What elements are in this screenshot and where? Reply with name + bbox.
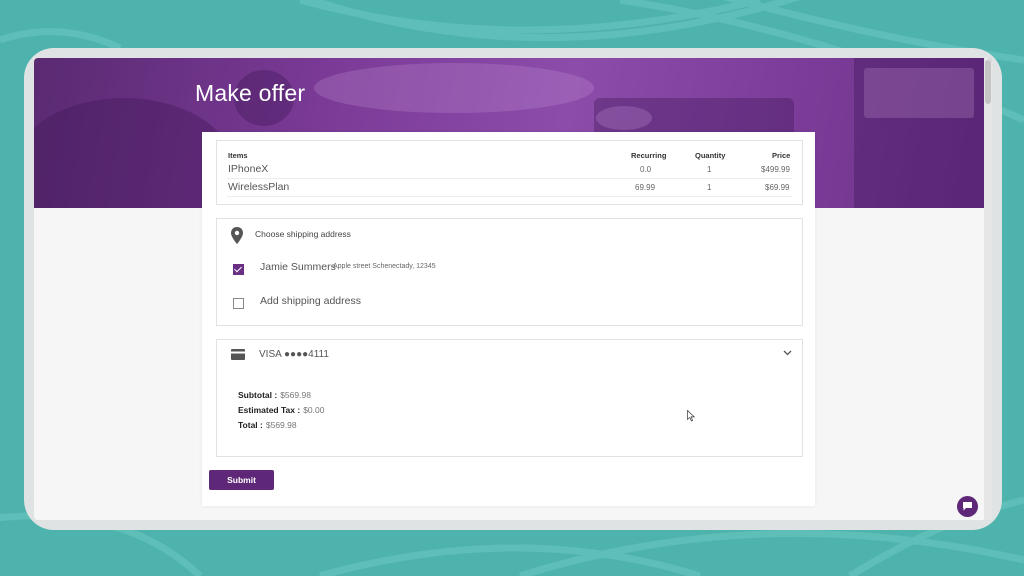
column-header-recurring: Recurring (631, 151, 667, 160)
tax-row: Estimated Tax : $0.00 (238, 405, 324, 415)
tax-value: $0.00 (303, 405, 325, 415)
mouse-cursor-icon (687, 410, 695, 422)
shipping-address-panel: Choose shipping address Jamie Summers Ap… (216, 218, 803, 326)
chat-button[interactable] (957, 496, 978, 517)
tax-label: Estimated Tax : (238, 405, 301, 415)
shipping-heading: Choose shipping address (255, 229, 351, 239)
table-row-item-name: WirelessPlan (228, 181, 290, 193)
payment-card-label[interactable]: VISA ●●●●4111 (259, 349, 329, 360)
add-address-checkbox[interactable] (233, 298, 244, 309)
column-header-quantity: Quantity (695, 151, 726, 160)
app-screen: Make offer Items Recurring Quantity Pric… (34, 58, 992, 520)
address-name[interactable]: Jamie Summers (260, 261, 336, 273)
column-header-price: Price (772, 151, 791, 160)
page-scrollbar[interactable] (984, 58, 992, 520)
table-row-recurring: 69.99 (635, 183, 656, 192)
table-row-quantity: 1 (707, 165, 712, 174)
map-pin-icon (231, 227, 243, 244)
scrollbar-thumb[interactable] (985, 60, 991, 104)
credit-card-icon (231, 349, 245, 360)
items-table: Items Recurring Quantity Price IPhoneX 0… (216, 140, 803, 205)
row-divider (227, 196, 792, 197)
subtotal-label: Subtotal : (238, 390, 278, 400)
offer-card: Items Recurring Quantity Price IPhoneX 0… (202, 132, 815, 506)
address-checkbox-selected[interactable] (233, 264, 244, 275)
payment-panel: VISA ●●●●4111 Subtotal : $569.98 Estimate… (216, 339, 803, 457)
total-value: $569.98 (265, 420, 297, 430)
table-row-price: $499.99 (761, 165, 790, 174)
table-row-recurring: 0.0 (640, 165, 652, 174)
subtotal-row: Subtotal : $569.98 (238, 390, 311, 400)
subtotal-value: $569.98 (280, 390, 311, 400)
total-row: Total : $569.98 (238, 420, 297, 430)
total-label: Total : (238, 420, 263, 430)
submit-button[interactable]: Submit (209, 470, 274, 490)
table-row-quantity: 1 (707, 183, 712, 192)
table-row-price: $69.99 (765, 183, 790, 192)
column-header-items: Items (228, 151, 248, 160)
chat-icon (963, 502, 972, 511)
page-title: Make offer (195, 80, 306, 106)
address-details: Apple street Schenectady, 12345 (333, 263, 436, 270)
chevron-down-icon[interactable] (783, 350, 792, 356)
row-divider (227, 178, 792, 179)
add-shipping-address-label[interactable]: Add shipping address (260, 295, 361, 307)
table-row-item-name: IPhoneX (228, 163, 269, 175)
